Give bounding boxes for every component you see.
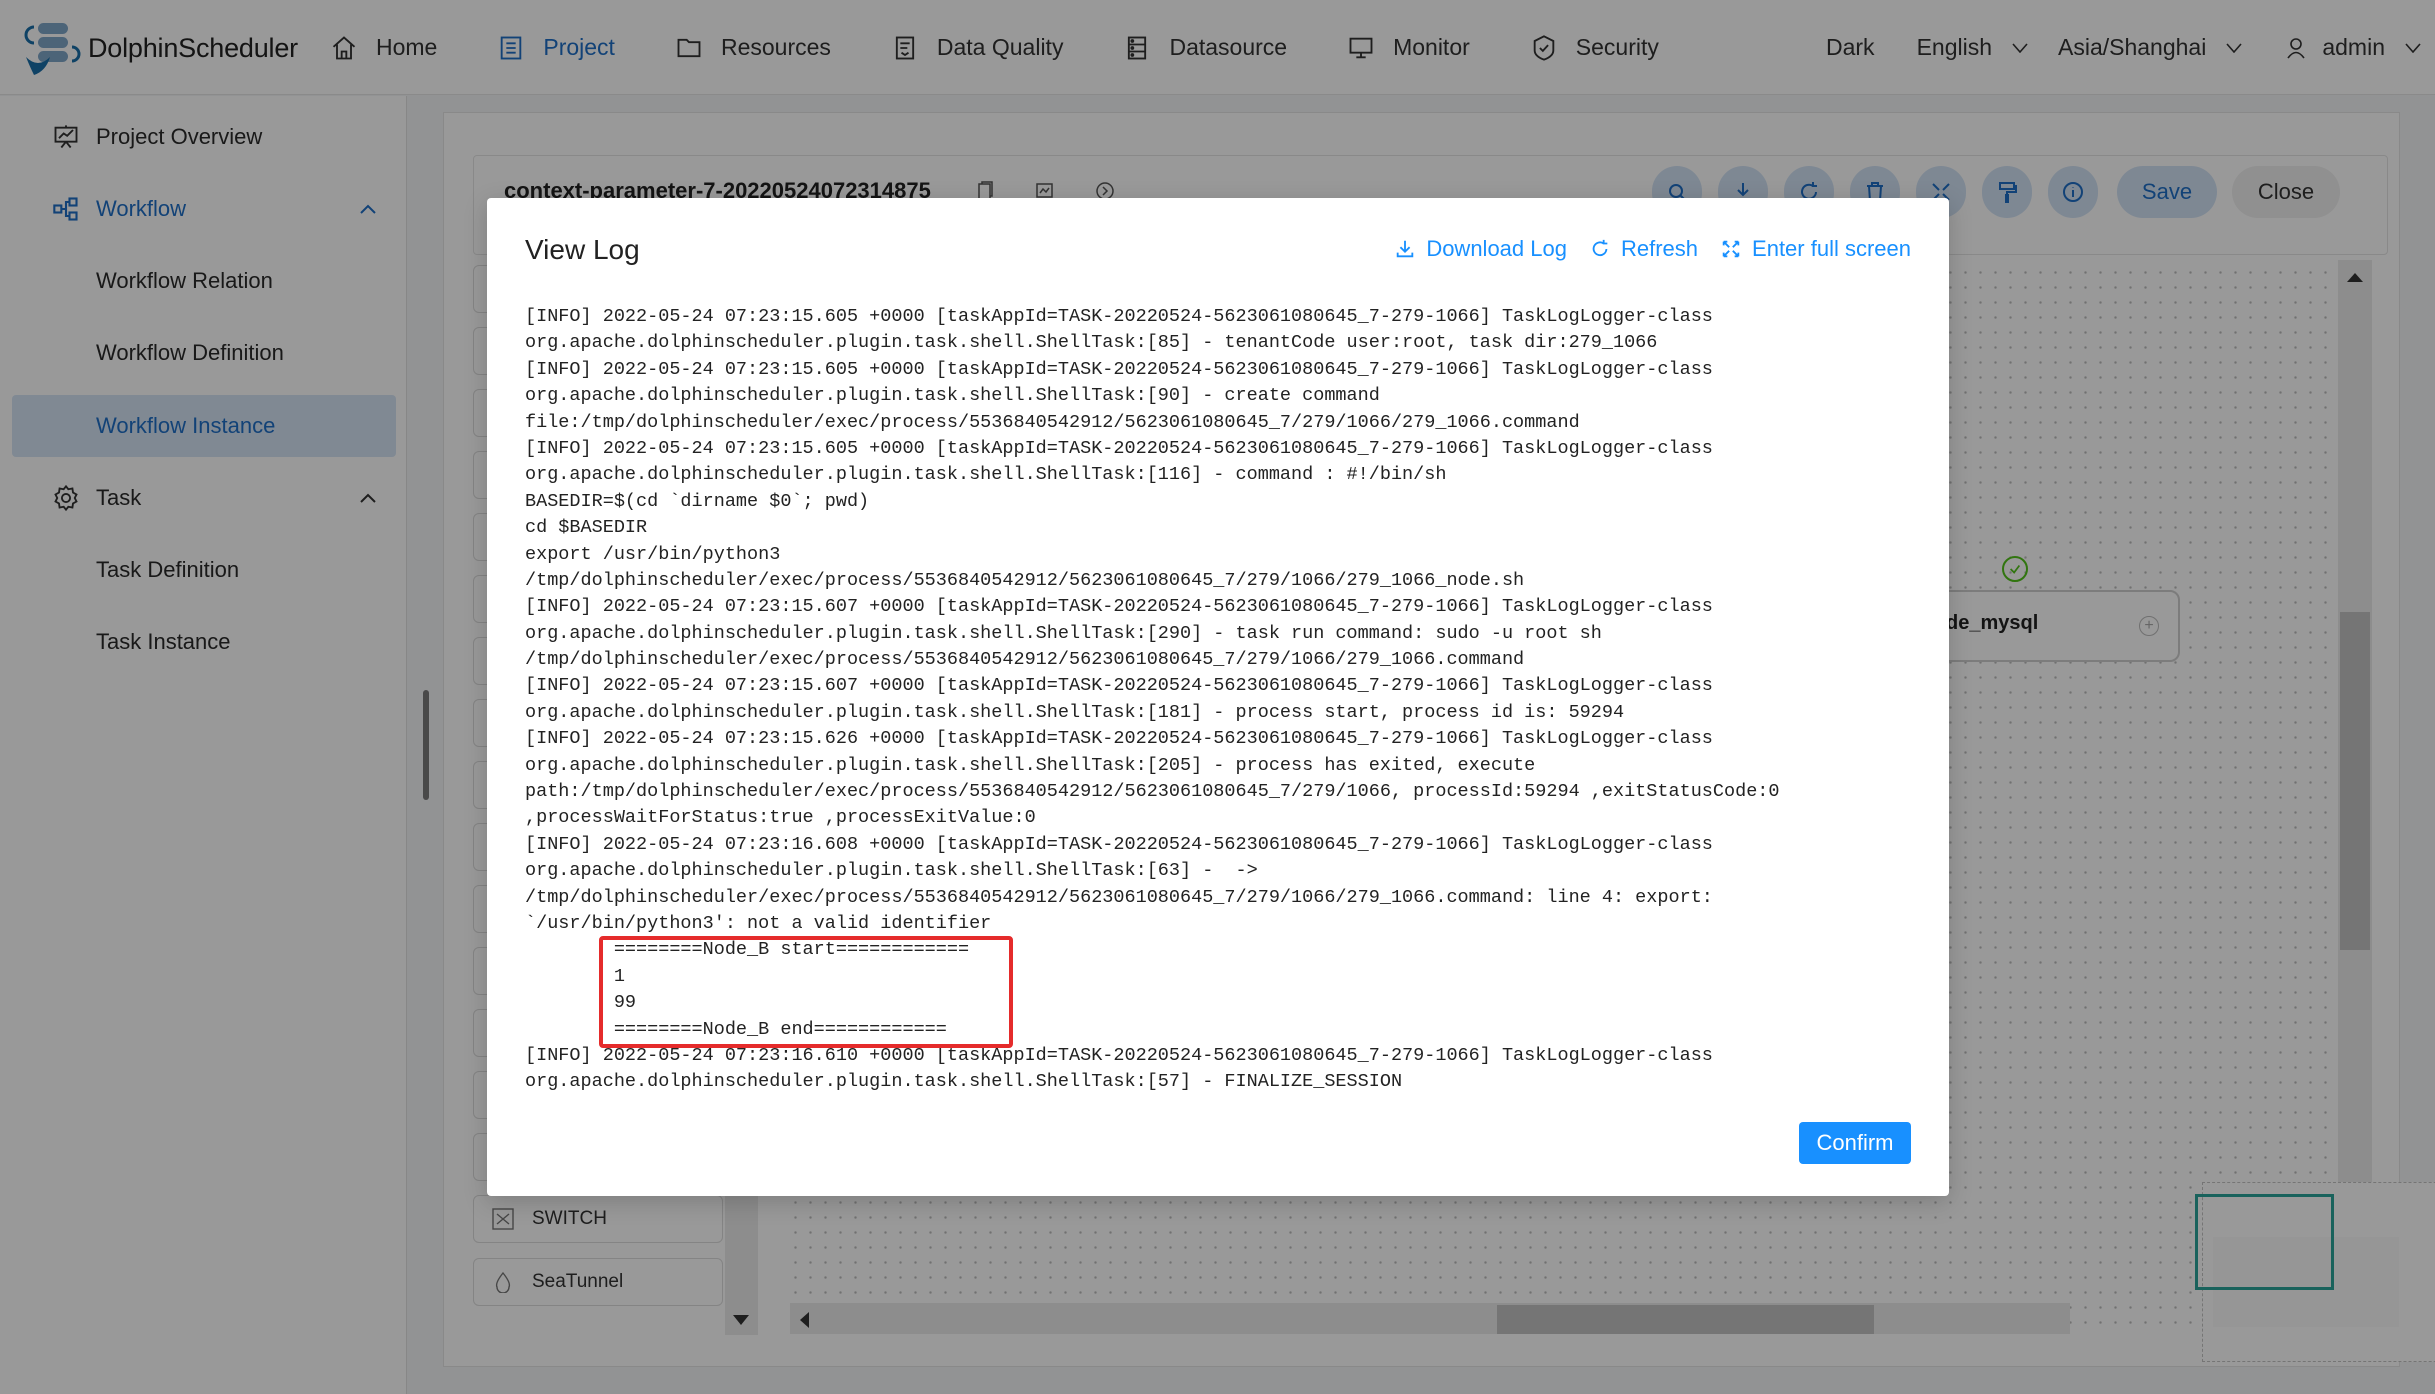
log-line: org.apache.dolphinscheduler.plugin.task.… — [525, 1071, 1403, 1093]
log-line: file:/tmp/dolphinscheduler/exec/process/… — [525, 411, 1580, 433]
fullscreen-icon — [1722, 240, 1740, 258]
log-line: org.apache.dolphinscheduler.plugin.task.… — [525, 622, 1602, 644]
modal-title: View Log — [525, 234, 640, 265]
highlight-annotation-box — [599, 936, 1013, 1048]
log-line: org.apache.dolphinscheduler.plugin.task.… — [525, 385, 1380, 407]
modal-actions: Download Log Refresh Enter full screen — [1372, 236, 1911, 262]
log-line: org.apache.dolphinscheduler.plugin.task.… — [525, 860, 1258, 882]
refresh-icon — [1592, 239, 1608, 257]
refresh-log-button[interactable]: Refresh — [1589, 236, 1698, 262]
log-line: BASEDIR=$(cd `dirname $0`; pwd) — [525, 490, 870, 512]
confirm-button[interactable]: Confirm — [1799, 1122, 1911, 1164]
log-line: [INFO] 2022-05-24 07:23:15.607 +0000 [ta… — [525, 596, 1713, 618]
log-line: /tmp/dolphinscheduler/exec/process/55368… — [525, 649, 1525, 671]
log-line: /tmp/dolphinscheduler/exec/process/55368… — [525, 886, 1713, 908]
log-line: [INFO] 2022-05-24 07:23:15.605 +0000 [ta… — [525, 306, 1713, 327]
download-log-label: Download Log — [1426, 236, 1567, 261]
log-line: export /usr/bin/python3 — [525, 543, 781, 565]
fullscreen-label: Enter full screen — [1752, 236, 1911, 261]
log-line: org.apache.dolphinscheduler.plugin.task.… — [525, 464, 1447, 486]
enter-fullscreen-button[interactable]: Enter full screen — [1720, 236, 1911, 262]
log-line: [INFO] 2022-05-24 07:23:15.607 +0000 [ta… — [525, 675, 1713, 697]
log-line: path:/tmp/dolphinscheduler/exec/process/… — [525, 781, 1780, 803]
download-icon — [1397, 240, 1414, 258]
download-log-button[interactable]: Download Log — [1394, 236, 1567, 262]
log-line: ,processWaitForStatus:true ,processExitV… — [525, 807, 1036, 829]
log-line: cd $BASEDIR — [525, 517, 648, 539]
log-line: [INFO] 2022-05-24 07:23:15.626 +0000 [ta… — [525, 728, 1713, 750]
log-line: org.apache.dolphinscheduler.plugin.task.… — [525, 332, 1658, 354]
log-line: org.apache.dolphinscheduler.plugin.task.… — [525, 701, 1625, 723]
log-line: /tmp/dolphinscheduler/exec/process/55368… — [525, 569, 1525, 591]
log-line: org.apache.dolphinscheduler.plugin.task.… — [525, 754, 1536, 776]
log-line: [INFO] 2022-05-24 07:23:15.605 +0000 [ta… — [525, 437, 1713, 459]
log-line: [INFO] 2022-05-24 07:23:16.608 +0000 [ta… — [525, 833, 1713, 855]
log-line: `/usr/bin/python3': not a valid identifi… — [525, 912, 992, 934]
refresh-label: Refresh — [1620, 236, 1699, 261]
log-line: [INFO] 2022-05-24 07:23:15.605 +0000 [ta… — [525, 358, 1713, 380]
view-log-modal: View Log Download Log Refresh Enter full… — [487, 198, 1949, 1196]
